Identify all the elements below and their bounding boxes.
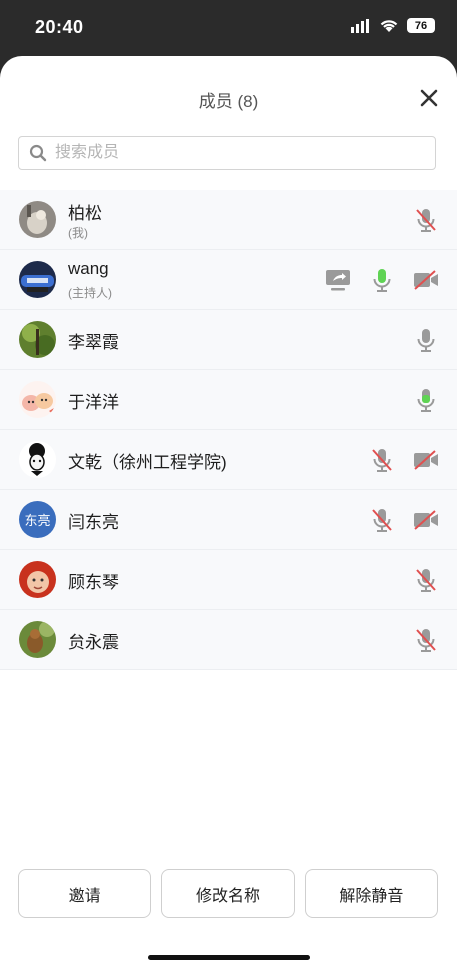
screen-share-icon[interactable] <box>324 266 352 294</box>
member-row[interactable]: 东亮 闫东亮 <box>0 490 457 550</box>
avatar <box>19 441 56 478</box>
mic-muted-icon[interactable] <box>368 506 396 534</box>
mic-muted-icon[interactable] <box>368 446 396 474</box>
member-row[interactable]: 于洋洋 <box>0 370 457 430</box>
search-input[interactable] <box>53 143 397 163</box>
status-time: 20:40 <box>35 17 84 37</box>
avatar <box>19 381 56 418</box>
action-bar: 邀请 修改名称 解除静音 <box>18 869 438 918</box>
camera-off-icon[interactable] <box>412 266 440 294</box>
unmute-all-button[interactable]: 解除静音 <box>304 869 438 918</box>
member-name: 柏松 <box>68 204 102 223</box>
camera-off-icon[interactable] <box>412 446 440 474</box>
avatar-initials: 东亮 <box>19 501 56 538</box>
rename-button[interactable]: 修改名称 <box>161 869 295 918</box>
close-button[interactable] <box>417 86 441 110</box>
avatar: 东亮 <box>19 501 56 538</box>
member-role: (主持人) <box>68 286 112 300</box>
mic-muted-icon[interactable] <box>412 626 440 654</box>
status-bar: 20:40 76 <box>0 0 457 56</box>
search-icon <box>29 144 47 162</box>
member-name: 于洋洋 <box>68 393 119 412</box>
sheet-title: 成员 (8) <box>198 92 259 111</box>
member-name: 李翠霞 <box>68 333 119 352</box>
mic-muted-icon[interactable] <box>412 566 440 594</box>
avatar <box>19 321 56 358</box>
member-row[interactable]: 李翠霞 <box>0 310 457 370</box>
home-indicator <box>148 955 310 960</box>
member-row[interactable]: 柏松 (我) <box>0 190 457 250</box>
status-icons: 76 <box>351 18 435 33</box>
member-name: 顾东琴 <box>68 573 119 592</box>
avatar <box>19 261 56 298</box>
avatar <box>19 201 56 238</box>
member-row[interactable]: 文乾（徐州工程学院) <box>0 430 457 490</box>
member-row[interactable]: wang (主持人) <box>0 250 457 310</box>
member-name: 文乾（徐州工程学院) <box>68 453 227 472</box>
members-sheet: 成员 (8) 柏松 (我) <box>0 56 457 970</box>
search-box[interactable] <box>18 136 436 170</box>
member-row[interactable]: 顾东琴 <box>0 550 457 610</box>
member-role: (我) <box>68 226 88 240</box>
member-list: 柏松 (我) wang (主持人) 李翠霞 于洋洋 文乾（徐州工程学院) 东亮 … <box>0 190 457 670</box>
avatar <box>19 621 56 658</box>
mic-active-icon[interactable] <box>412 386 440 414</box>
close-icon <box>420 89 438 107</box>
invite-button[interactable]: 邀请 <box>18 869 152 918</box>
battery-indicator: 76 <box>407 18 435 33</box>
member-name: 贠永震 <box>68 633 119 652</box>
signal-icon <box>351 18 369 33</box>
camera-off-icon[interactable] <box>412 506 440 534</box>
mic-muted-icon[interactable] <box>412 206 440 234</box>
mic-icon[interactable] <box>412 326 440 354</box>
avatar <box>19 561 56 598</box>
member-name: wang <box>68 259 109 278</box>
member-row[interactable]: 贠永震 <box>0 610 457 670</box>
member-name: 闫东亮 <box>68 513 119 532</box>
mic-active-icon[interactable] <box>368 266 396 294</box>
wifi-icon <box>380 19 398 32</box>
